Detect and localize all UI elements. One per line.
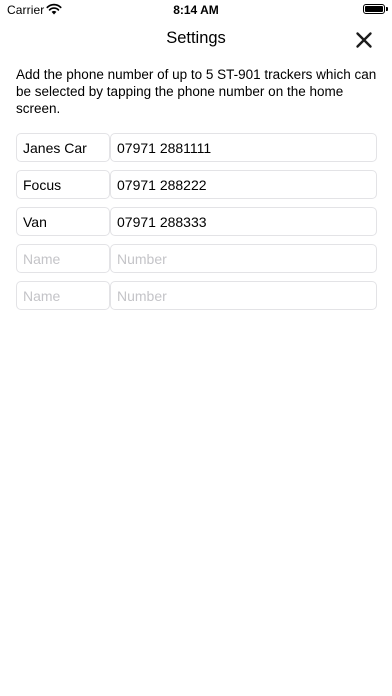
- page-title: Settings: [166, 29, 226, 47]
- tracker-name-field[interactable]: [16, 281, 110, 310]
- status-bar: Carrier 8:14 AM: [0, 0, 392, 22]
- tracker-number-field[interactable]: [110, 244, 377, 273]
- status-time: 8:14 AM: [173, 3, 219, 17]
- instructions-text: Add the phone number of up to 5 ST-901 t…: [16, 67, 377, 116]
- tracker-number-field[interactable]: [110, 207, 377, 236]
- tracker-number-field[interactable]: [110, 281, 377, 310]
- battery-level: [365, 6, 383, 12]
- tracker-row: [16, 133, 377, 162]
- tracker-name-field[interactable]: [16, 207, 110, 236]
- tracker-number-field[interactable]: [110, 133, 377, 162]
- tracker-name-field[interactable]: [16, 244, 110, 273]
- tracker-row: [16, 281, 377, 310]
- tracker-number-field[interactable]: [110, 170, 377, 199]
- close-icon[interactable]: [352, 28, 376, 52]
- battery-icon: [363, 4, 385, 14]
- tracker-row: [16, 244, 377, 273]
- tracker-row: [16, 170, 377, 199]
- tracker-row: [16, 207, 377, 236]
- battery-cap: [386, 7, 388, 11]
- tracker-list: [16, 133, 377, 318]
- tracker-name-field[interactable]: [16, 133, 110, 162]
- tracker-name-field[interactable]: [16, 170, 110, 199]
